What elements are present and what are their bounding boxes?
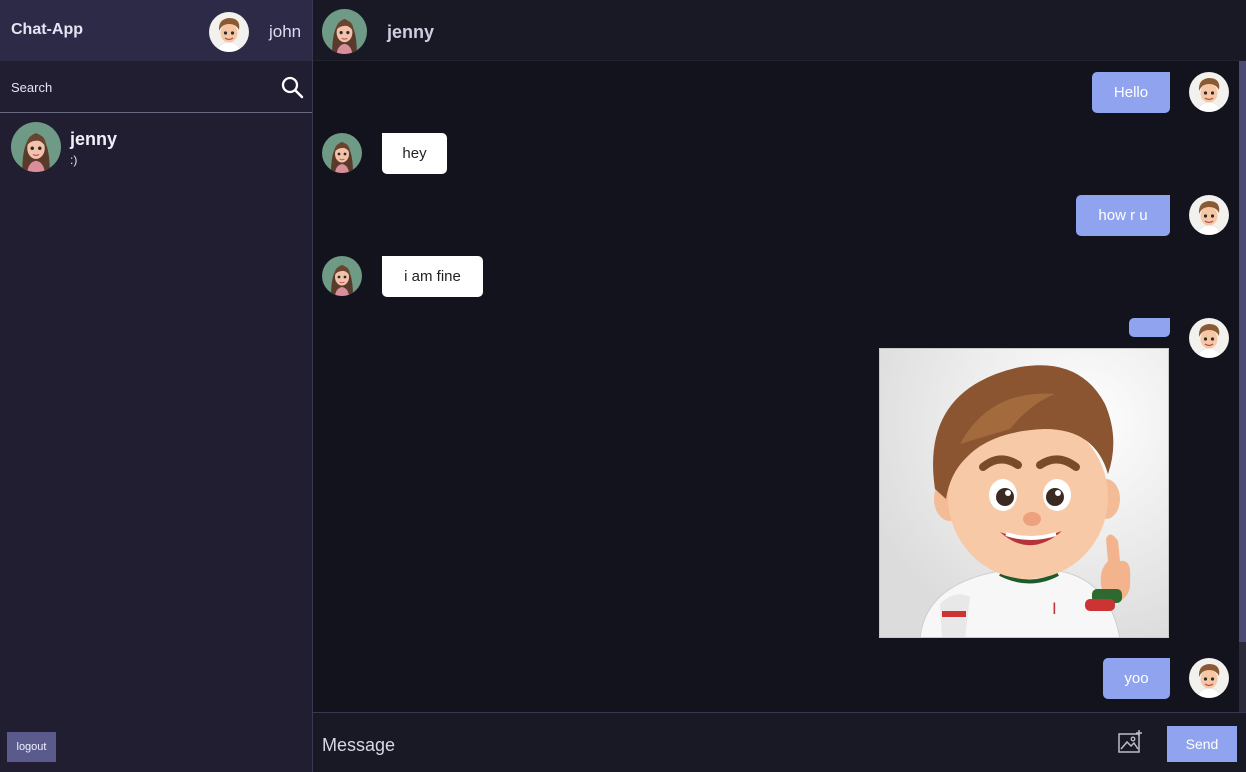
- sender-avatar: [1189, 658, 1229, 698]
- message-bubble-outgoing: how r u: [1076, 195, 1170, 236]
- message-bubble-incoming: i am fine: [382, 256, 483, 297]
- message-bubble-outgoing: [1129, 318, 1170, 337]
- search-icon[interactable]: [280, 75, 304, 99]
- search-input[interactable]: [11, 76, 261, 98]
- svg-text:I: I: [1052, 599, 1057, 618]
- message-input[interactable]: [322, 731, 1082, 759]
- chat-app: Chat-App john jenny :) logout: [0, 0, 1246, 772]
- image-upload-icon[interactable]: [1117, 729, 1143, 755]
- message-composer: Send: [313, 712, 1246, 772]
- sender-avatar: [1189, 72, 1229, 112]
- message-bubble-outgoing: Hello: [1092, 72, 1170, 113]
- chat-peer-avatar[interactable]: [322, 9, 367, 54]
- sidebar: Chat-App john jenny :) logout: [0, 0, 313, 772]
- message-bubble-outgoing: yoo: [1103, 658, 1170, 699]
- scrollbar-thumb[interactable]: [1239, 61, 1246, 642]
- current-user-name: john: [269, 22, 302, 41]
- sender-avatar: [1189, 195, 1229, 235]
- contact-last-message: :): [70, 153, 78, 167]
- chat-panel: jenny Hello hey how r u i am fine yoo I …: [313, 0, 1246, 772]
- sender-avatar: [322, 133, 362, 173]
- sidebar-header: Chat-App john: [0, 0, 312, 61]
- contact-name: jenny: [70, 129, 118, 149]
- current-user-avatar[interactable]: [209, 12, 249, 52]
- contact-avatar: [11, 122, 61, 172]
- chat-peer-name: jenny: [387, 22, 435, 42]
- search-bar: [0, 61, 312, 113]
- sender-avatar: [1189, 318, 1229, 358]
- app-brand: Chat-App: [11, 21, 83, 38]
- chat-header: jenny: [313, 0, 1246, 61]
- send-button[interactable]: Send: [1167, 726, 1237, 762]
- contact-item-jenny[interactable]: jenny :): [0, 114, 312, 180]
- logout-button[interactable]: logout: [7, 732, 56, 762]
- message-image[interactable]: I: [879, 348, 1169, 638]
- message-bubble-incoming: hey: [382, 133, 447, 174]
- sender-avatar: [322, 256, 362, 296]
